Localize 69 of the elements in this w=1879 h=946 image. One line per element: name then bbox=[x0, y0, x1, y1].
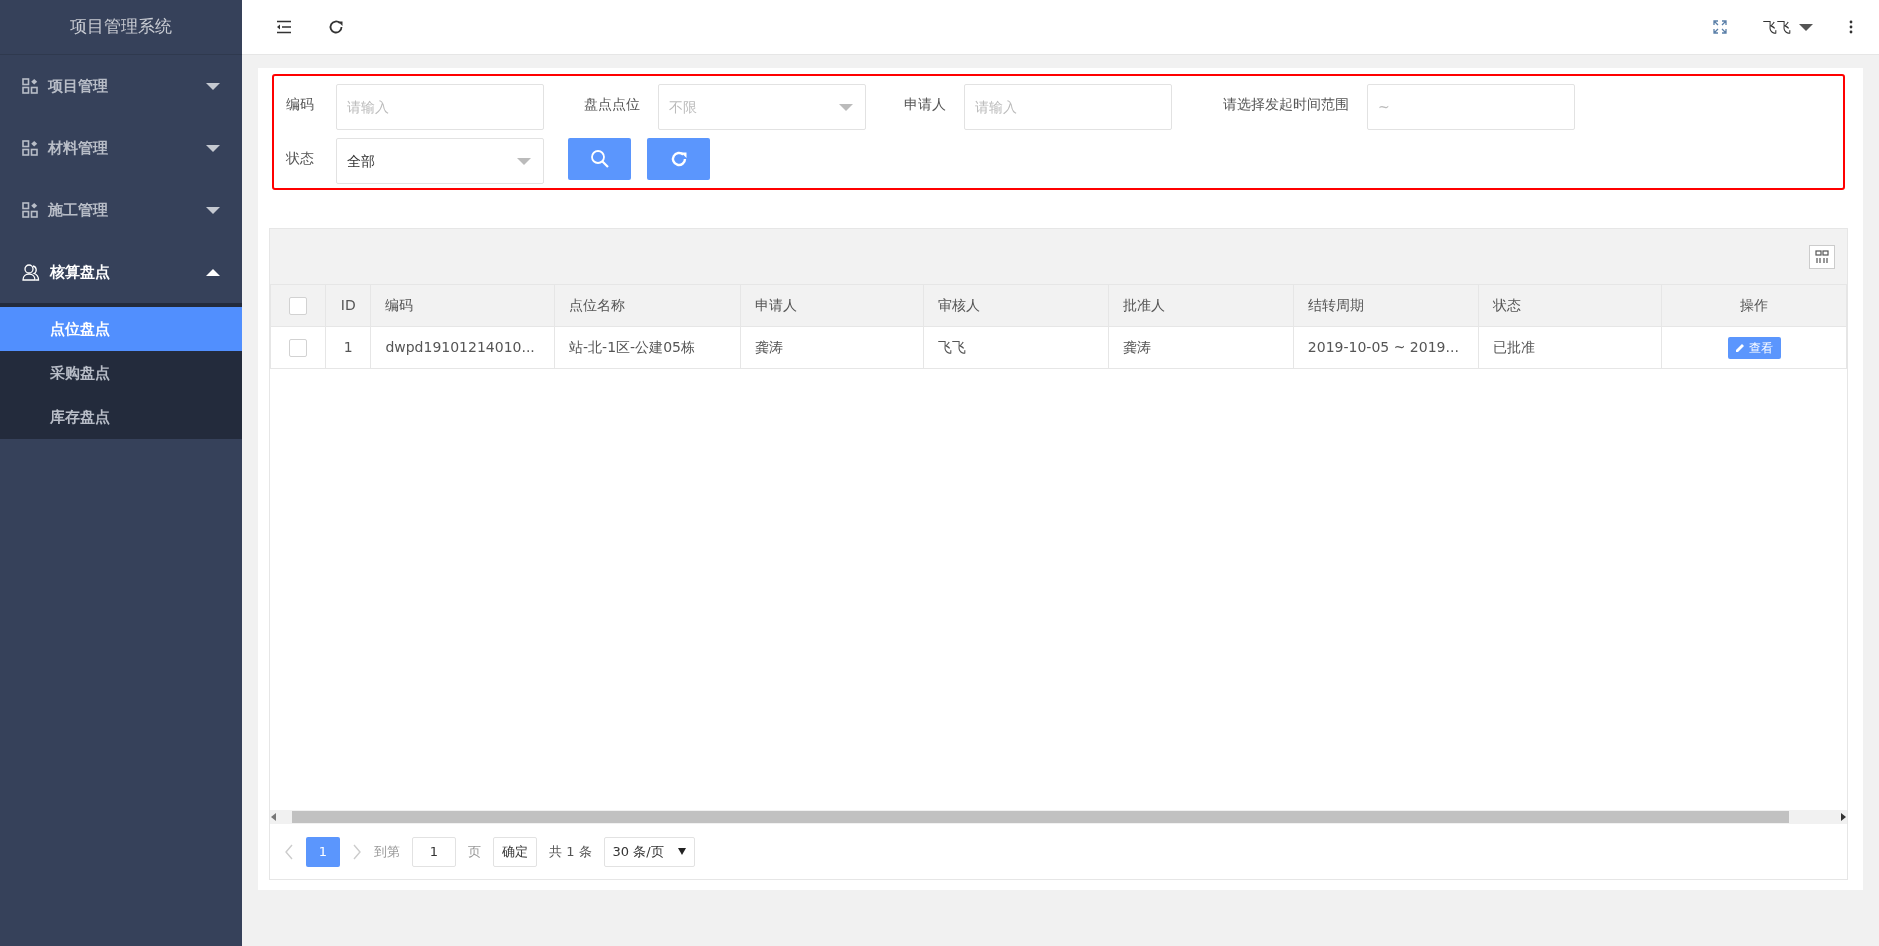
caret-icon bbox=[839, 103, 853, 111]
submenu-item[interactable]: 采购盘点 bbox=[0, 351, 242, 395]
page-input[interactable]: 1 bbox=[412, 836, 456, 867]
column-header: 申请人 bbox=[740, 284, 924, 327]
column-header: 编码 bbox=[370, 284, 555, 327]
confirm-button[interactable]: 确定 bbox=[493, 836, 537, 867]
column-header: 状态 bbox=[1478, 284, 1662, 327]
prev-icon bbox=[284, 843, 294, 860]
caret-icon bbox=[517, 157, 531, 165]
field-label: 申请人 bbox=[903, 95, 947, 114]
field-label: 盘点点位 bbox=[583, 95, 641, 114]
field-label: 请选择发起时间范围 bbox=[1222, 95, 1350, 114]
table-cell: 站-北-1区-公建05栋 bbox=[554, 326, 741, 369]
column-header: 操作 bbox=[1661, 284, 1847, 327]
total-count: 共 1 条 bbox=[549, 842, 592, 861]
reset-button[interactable] bbox=[647, 138, 710, 180]
input-field[interactable]: 请输入 bbox=[336, 84, 544, 130]
column-header: 审核人 bbox=[923, 284, 1109, 327]
columns-icon bbox=[1815, 249, 1829, 264]
row-checkbox[interactable] bbox=[289, 339, 308, 357]
select-all-checkbox[interactable] bbox=[289, 297, 308, 315]
submenu-item[interactable]: 库存盘点 bbox=[0, 395, 242, 439]
menu-item[interactable]: 核算盘点 bbox=[0, 241, 242, 303]
search-button[interactable] bbox=[568, 138, 631, 180]
input-field[interactable]: 请输入 bbox=[964, 84, 1172, 130]
caret-icon bbox=[206, 206, 220, 214]
grid-icon bbox=[22, 78, 38, 94]
menu-item[interactable]: 材料管理 bbox=[0, 117, 242, 179]
scroll-left-icon bbox=[270, 813, 278, 821]
date-range-field[interactable]: ~ bbox=[1367, 84, 1575, 130]
page-size-select[interactable]: 30 条/页 bbox=[603, 836, 695, 867]
column-header: 批准人 bbox=[1108, 284, 1294, 327]
caret-icon bbox=[1799, 23, 1813, 31]
pencil-icon bbox=[1735, 343, 1745, 352]
goto-label: 到第 bbox=[374, 842, 400, 861]
user-menu-button[interactable]: 飞飞 bbox=[1745, 0, 1831, 55]
horizontal-scrollbar[interactable] bbox=[270, 810, 1847, 824]
grid-icon bbox=[22, 202, 38, 218]
column-header: ID bbox=[325, 284, 371, 327]
column-header: 结转周期 bbox=[1293, 284, 1479, 327]
table-cell: 飞飞 bbox=[923, 326, 1109, 369]
page-label: 页 bbox=[468, 842, 481, 861]
menu-item[interactable]: 施工管理 bbox=[0, 179, 242, 241]
caret-icon bbox=[206, 144, 220, 152]
menu-item[interactable]: 项目管理 bbox=[0, 55, 242, 117]
table-cell: 1 bbox=[325, 326, 371, 369]
caret-icon bbox=[206, 82, 220, 90]
more-icon bbox=[1849, 20, 1853, 34]
grid-icon bbox=[22, 140, 38, 156]
refresh-icon bbox=[669, 150, 688, 168]
field-label: 编码 bbox=[286, 95, 315, 114]
table-cell: dwpd19101214010... bbox=[370, 326, 555, 369]
table-cell: 已批准 bbox=[1478, 326, 1662, 369]
next-icon bbox=[352, 843, 362, 860]
search-icon bbox=[589, 149, 610, 169]
table-cell: 2019-10-05 ~ 2019... bbox=[1293, 326, 1479, 369]
user-icon bbox=[22, 263, 40, 281]
field-label: 状态 bbox=[286, 149, 315, 168]
column-header: 点位名称 bbox=[554, 284, 741, 327]
menu-icon bbox=[276, 20, 292, 34]
refresh-icon bbox=[328, 19, 344, 35]
table-cell: 龚涛 bbox=[1108, 326, 1294, 369]
caret-icon bbox=[677, 848, 686, 855]
scroll-right-icon bbox=[1839, 813, 1847, 821]
columns-button[interactable] bbox=[1809, 244, 1835, 269]
table-cell: 龚涛 bbox=[740, 326, 924, 369]
fullscreen-icon bbox=[1713, 20, 1727, 34]
status-select[interactable]: 全部 bbox=[336, 138, 544, 184]
caret-icon bbox=[206, 268, 220, 276]
